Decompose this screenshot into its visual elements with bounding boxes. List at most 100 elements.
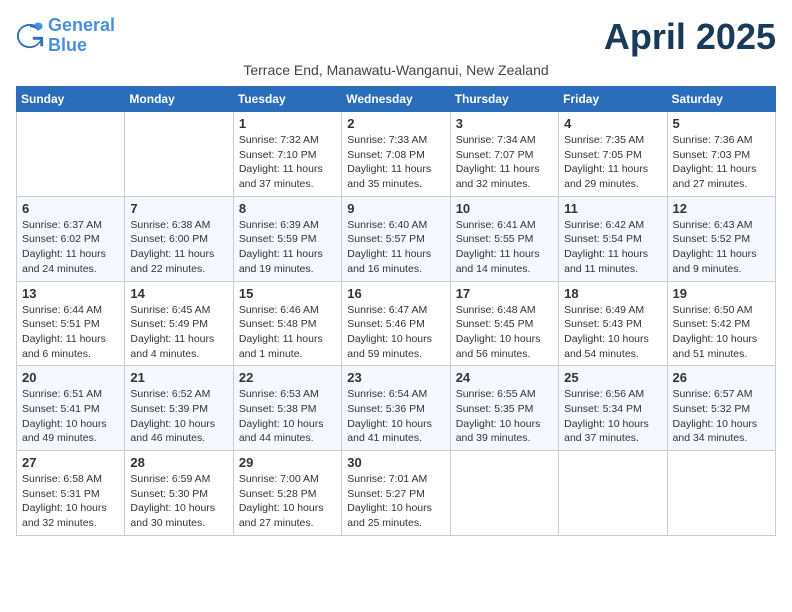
day-number: 6	[22, 201, 119, 216]
day-info: Sunrise: 6:45 AMSunset: 5:49 PMDaylight:…	[130, 303, 227, 362]
day-cell: 18Sunrise: 6:49 AMSunset: 5:43 PMDayligh…	[559, 281, 667, 366]
day-cell: 19Sunrise: 6:50 AMSunset: 5:42 PMDayligh…	[667, 281, 775, 366]
day-info: Sunrise: 6:55 AMSunset: 5:35 PMDaylight:…	[456, 387, 553, 446]
day-cell: 11Sunrise: 6:42 AMSunset: 5:54 PMDayligh…	[559, 196, 667, 281]
day-cell: 20 Sunrise: 6:51 AMSunset: 5:41 PMDayligh…	[17, 366, 125, 451]
day-number: 12	[673, 201, 770, 216]
day-info: Sunrise: 6:54 AMSunset: 5:36 PMDaylight:…	[347, 387, 444, 446]
day-info: Sunrise: 6:47 AMSunset: 5:46 PMDaylight:…	[347, 303, 444, 362]
day-header-tuesday: Tuesday	[233, 87, 341, 112]
day-header-thursday: Thursday	[450, 87, 558, 112]
day-cell: 1Sunrise: 7:32 AMSunset: 7:10 PMDaylight…	[233, 112, 341, 197]
day-number: 26	[673, 370, 770, 385]
day-cell: 22 Sunrise: 6:53 AMSunset: 5:38 PMDayligh…	[233, 366, 341, 451]
day-info: Sunrise: 7:34 AMSunset: 7:07 PMDaylight:…	[456, 133, 553, 192]
day-number: 14	[130, 286, 227, 301]
day-number: 22	[239, 370, 336, 385]
month-title: April 2025	[604, 16, 776, 58]
day-info: Sunrise: 7:32 AMSunset: 7:10 PMDaylight:…	[239, 133, 336, 192]
day-cell: 25 Sunrise: 6:56 AMSunset: 5:34 PMDayligh…	[559, 366, 667, 451]
day-header-sunday: Sunday	[17, 87, 125, 112]
logo-text: General Blue	[48, 16, 115, 56]
day-number: 18	[564, 286, 661, 301]
day-cell: 27 Sunrise: 6:58 AMSunset: 5:31 PMDayligh…	[17, 451, 125, 536]
calendar-table: SundayMondayTuesdayWednesdayThursdayFrid…	[16, 86, 776, 536]
day-info: Sunrise: 6:43 AMSunset: 5:52 PMDaylight:…	[673, 218, 770, 277]
day-info: Sunrise: 6:48 AMSunset: 5:45 PMDaylight:…	[456, 303, 553, 362]
day-number: 15	[239, 286, 336, 301]
day-cell	[17, 112, 125, 197]
day-number: 24	[456, 370, 553, 385]
day-info: Sunrise: 7:35 AMSunset: 7:05 PMDaylight:…	[564, 133, 661, 192]
day-cell: 21 Sunrise: 6:52 AMSunset: 5:39 PMDayligh…	[125, 366, 233, 451]
day-number: 28	[130, 455, 227, 470]
day-cell: 15Sunrise: 6:46 AMSunset: 5:48 PMDayligh…	[233, 281, 341, 366]
day-cell: 12 Sunrise: 6:43 AMSunset: 5:52 PMDayligh…	[667, 196, 775, 281]
day-number: 13	[22, 286, 119, 301]
day-cell: 30 Sunrise: 7:01 AMSunset: 5:27 PMDayligh…	[342, 451, 450, 536]
day-header-friday: Friday	[559, 87, 667, 112]
day-info: Sunrise: 6:52 AMSunset: 5:39 PMDaylight:…	[130, 387, 227, 446]
day-info: Sunrise: 7:36 AMSunset: 7:03 PMDaylight:…	[673, 133, 770, 192]
day-number: 29	[239, 455, 336, 470]
day-cell: 26 Sunrise: 6:57 AMSunset: 5:32 PMDayligh…	[667, 366, 775, 451]
day-info: Sunrise: 6:41 AMSunset: 5:55 PMDaylight:…	[456, 218, 553, 277]
day-info: Sunrise: 6:57 AMSunset: 5:32 PMDaylight:…	[673, 387, 770, 446]
day-cell: 6 Sunrise: 6:37 AMSunset: 6:02 PMDaylight…	[17, 196, 125, 281]
day-info: Sunrise: 6:59 AMSunset: 5:30 PMDaylight:…	[130, 472, 227, 531]
week-row-5: 27 Sunrise: 6:58 AMSunset: 5:31 PMDayligh…	[17, 451, 776, 536]
day-number: 20	[22, 370, 119, 385]
calendar-subtitle: Terrace End, Manawatu-Wanganui, New Zeal…	[16, 62, 776, 78]
day-number: 23	[347, 370, 444, 385]
day-cell: 3 Sunrise: 7:34 AMSunset: 7:07 PMDaylight…	[450, 112, 558, 197]
day-cell: 13 Sunrise: 6:44 AMSunset: 5:51 PMDayligh…	[17, 281, 125, 366]
day-cell: 2Sunrise: 7:33 AMSunset: 7:08 PMDaylight…	[342, 112, 450, 197]
day-cell: 28 Sunrise: 6:59 AMSunset: 5:30 PMDayligh…	[125, 451, 233, 536]
day-info: Sunrise: 6:53 AMSunset: 5:38 PMDaylight:…	[239, 387, 336, 446]
day-cell: 16 Sunrise: 6:47 AMSunset: 5:46 PMDayligh…	[342, 281, 450, 366]
day-cell: 10 Sunrise: 6:41 AMSunset: 5:55 PMDayligh…	[450, 196, 558, 281]
day-number: 3	[456, 116, 553, 131]
page-header: General Blue April 2025	[16, 16, 776, 58]
day-number: 8	[239, 201, 336, 216]
day-header-monday: Monday	[125, 87, 233, 112]
day-number: 16	[347, 286, 444, 301]
day-cell: 8Sunrise: 6:39 AMSunset: 5:59 PMDaylight…	[233, 196, 341, 281]
day-info: Sunrise: 6:38 AMSunset: 6:00 PMDaylight:…	[130, 218, 227, 277]
logo: General Blue	[16, 16, 115, 56]
day-number: 27	[22, 455, 119, 470]
general-blue-logo-icon	[16, 22, 44, 50]
week-row-2: 6 Sunrise: 6:37 AMSunset: 6:02 PMDaylight…	[17, 196, 776, 281]
day-info: Sunrise: 6:58 AMSunset: 5:31 PMDaylight:…	[22, 472, 119, 531]
day-cell: 4 Sunrise: 7:35 AMSunset: 7:05 PMDaylight…	[559, 112, 667, 197]
day-info: Sunrise: 7:00 AMSunset: 5:28 PMDaylight:…	[239, 472, 336, 531]
day-number: 25	[564, 370, 661, 385]
week-row-1: 1Sunrise: 7:32 AMSunset: 7:10 PMDaylight…	[17, 112, 776, 197]
day-cell	[125, 112, 233, 197]
day-cell	[450, 451, 558, 536]
day-cell: 5 Sunrise: 7:36 AMSunset: 7:03 PMDaylight…	[667, 112, 775, 197]
week-row-3: 13 Sunrise: 6:44 AMSunset: 5:51 PMDayligh…	[17, 281, 776, 366]
day-cell: 23 Sunrise: 6:54 AMSunset: 5:36 PMDayligh…	[342, 366, 450, 451]
day-info: Sunrise: 6:37 AMSunset: 6:02 PMDaylight:…	[22, 218, 119, 277]
day-info: Sunrise: 6:50 AMSunset: 5:42 PMDaylight:…	[673, 303, 770, 362]
day-info: Sunrise: 6:44 AMSunset: 5:51 PMDaylight:…	[22, 303, 119, 362]
day-number: 4	[564, 116, 661, 131]
day-cell	[667, 451, 775, 536]
day-number: 5	[673, 116, 770, 131]
day-number: 30	[347, 455, 444, 470]
day-header-wednesday: Wednesday	[342, 87, 450, 112]
day-number: 21	[130, 370, 227, 385]
day-info: Sunrise: 6:56 AMSunset: 5:34 PMDaylight:…	[564, 387, 661, 446]
day-number: 10	[456, 201, 553, 216]
day-cell: 14 Sunrise: 6:45 AMSunset: 5:49 PMDayligh…	[125, 281, 233, 366]
days-header-row: SundayMondayTuesdayWednesdayThursdayFrid…	[17, 87, 776, 112]
day-number: 9	[347, 201, 444, 216]
day-info: Sunrise: 7:01 AMSunset: 5:27 PMDaylight:…	[347, 472, 444, 531]
day-cell: 7 Sunrise: 6:38 AMSunset: 6:00 PMDaylight…	[125, 196, 233, 281]
day-cell: 9Sunrise: 6:40 AMSunset: 5:57 PMDaylight…	[342, 196, 450, 281]
week-row-4: 20 Sunrise: 6:51 AMSunset: 5:41 PMDayligh…	[17, 366, 776, 451]
day-header-saturday: Saturday	[667, 87, 775, 112]
day-number: 7	[130, 201, 227, 216]
day-info: Sunrise: 6:51 AMSunset: 5:41 PMDaylight:…	[22, 387, 119, 446]
